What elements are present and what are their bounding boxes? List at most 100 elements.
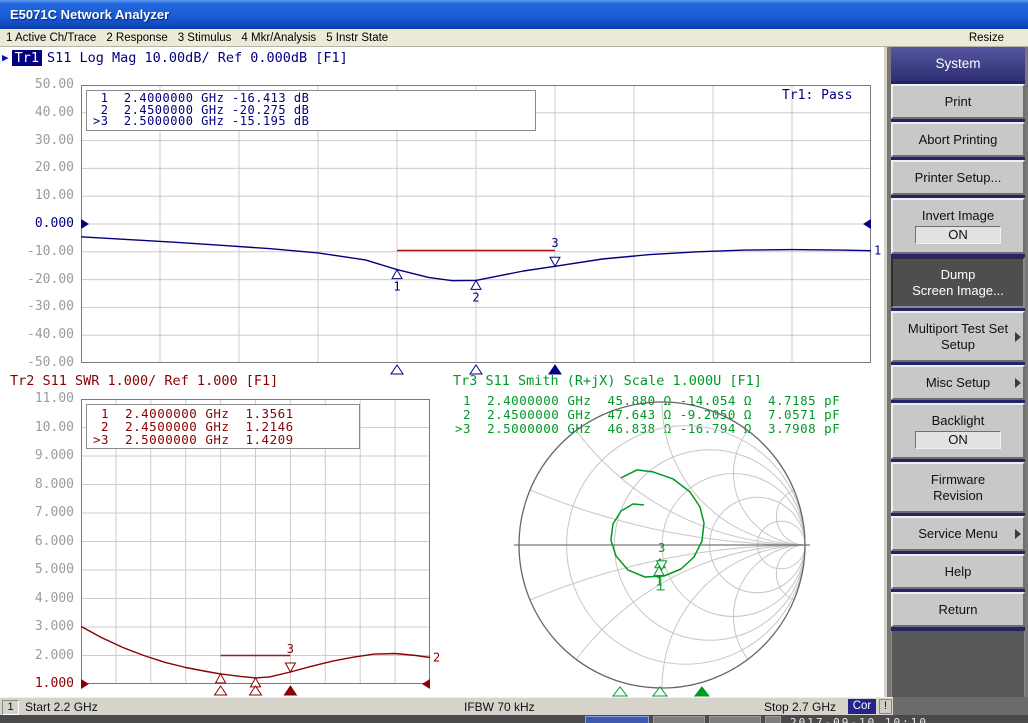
status-bar-filler — [893, 697, 1028, 715]
y-axis-label: 9.000 — [4, 449, 74, 463]
softkey-label: Dump — [903, 267, 1013, 282]
channel-number-indicator: 1 — [2, 700, 19, 715]
e5071c-screen: E5071C Network Analyzer 1 Active Ch/Trac… — [0, 0, 1028, 723]
softkey-backlight[interactable]: Backlight ON — [891, 403, 1025, 459]
softkey-panel: System Print Abort Printing Printer Setup.… — [884, 47, 1028, 715]
softkey-help[interactable]: Help — [891, 554, 1025, 589]
y-axis-label: 10.00 — [4, 189, 74, 203]
display-area: ▶Tr1 S11 Log Mag 10.00dB/ Ref 0.000dB [F1… — [0, 47, 884, 697]
tr3-smith-chart: 31 — [512, 399, 812, 699]
softkey-return[interactable]: Return — [891, 592, 1025, 627]
tr1-marker-3 — [550, 257, 560, 266]
tr3-marker-3-number: 3 — [658, 541, 665, 555]
softkey-service-menu[interactable]: Service Menu — [891, 516, 1025, 551]
y-axis-label: 2.000 — [4, 649, 74, 663]
tr1-header-text: S11 Log Mag 10.00dB/ Ref 0.000dB [F1] — [47, 50, 348, 66]
correction-status-badge: Cor — [848, 699, 876, 714]
menu-items: 1 Active Ch/Trace 2 Response 3 Stimulus 4 M… — [0, 29, 1028, 47]
softkey-stack: System Print Abort Printing Printer Setup.… — [891, 47, 1025, 631]
menu-item-1[interactable]: 1 Active Ch/Trace — [6, 29, 96, 47]
tr2-ref-arrow-right — [422, 679, 430, 689]
y-axis-label: 4.000 — [4, 592, 74, 606]
y-axis-label: 11.00 — [4, 392, 74, 406]
tr1-ref-arrow-left — [81, 219, 89, 229]
y-axis-label: 30.00 — [4, 134, 74, 148]
taskbar-button[interactable] — [709, 716, 761, 723]
warning-badge: ! — [879, 699, 892, 714]
y-axis-label: -40.00 — [4, 328, 74, 342]
y-axis-label: 7.000 — [4, 506, 74, 520]
tr3-stimulus-marker-1 — [613, 687, 627, 696]
softkey-label: Misc Setup — [903, 375, 1013, 390]
taskbar-button[interactable] — [765, 716, 781, 723]
tr1-trace-number-label: 1 — [874, 244, 881, 258]
svg-text:3: 3 — [287, 642, 294, 656]
softkey-printer-setup[interactable]: Printer Setup... — [891, 160, 1025, 195]
softkey-multiport-test-set-setup[interactable]: Multiport Test SetSetup — [891, 311, 1025, 362]
tr2-header[interactable]: Tr2 S11 SWR 1.000/ Ref 1.000 [F1] — [10, 373, 278, 389]
stop-frequency-field: Stop 2.7 GHz — [764, 700, 836, 714]
taskbar-clipped: 2017-09-10 10:10 — [0, 715, 1028, 723]
softkey-label: Setup — [903, 337, 1013, 352]
softkey-label: Backlight — [903, 413, 1013, 428]
menu-item-2[interactable]: 2 Response — [106, 29, 167, 47]
tr1-limit-test-status: Tr1: Pass — [782, 88, 852, 103]
active-trace-arrow-icon: ▶ — [2, 51, 9, 64]
tr2-marker-1 — [216, 674, 226, 683]
softkey-label: Firmware — [903, 472, 1013, 487]
taskbar-button[interactable] — [585, 716, 649, 723]
taskbar-clock: 2017-09-10 10:10 — [790, 716, 928, 723]
menu-item-3[interactable]: 3 Stimulus — [178, 29, 232, 47]
y-axis-label: 10.00 — [4, 421, 74, 435]
tr1-stimulus-marker-1 — [391, 365, 403, 374]
tr2-marker-readout: 1 2.4000000 GHz 1.3561 2 2.4500000 GHz 1… — [86, 404, 360, 449]
submenu-arrow-icon — [1015, 529, 1021, 539]
softkey-invert-image[interactable]: Invert ImageON — [891, 198, 1025, 254]
tr3-header[interactable]: Tr3 S11 Smith (R+jX) Scale 1.000U [F1] — [453, 373, 762, 389]
softkey-label: Multiport Test Set — [903, 321, 1013, 336]
softkey-label: Screen Image... — [903, 283, 1013, 298]
submenu-arrow-icon — [1015, 332, 1021, 342]
tr3-marker-1-number: 1 — [655, 574, 662, 588]
y-axis-label: 50.00 — [4, 78, 74, 92]
window-title: E5071C Network Analyzer — [10, 7, 169, 22]
y-axis-label: 20.00 — [4, 161, 74, 175]
y-axis-label: 1.000 — [4, 677, 74, 691]
menu-item-4[interactable]: 4 Mkr/Analysis — [241, 29, 316, 47]
menu-resize[interactable]: Resize — [969, 29, 1004, 47]
menu-bar: 1 Active Ch/Trace 2 Response 3 Stimulus 4 M… — [0, 29, 1028, 47]
window-titlebar[interactable]: E5071C Network Analyzer — [0, 0, 1028, 29]
tr1-header[interactable]: ▶Tr1 S11 Log Mag 10.00dB/ Ref 0.000dB [F1… — [2, 50, 348, 66]
softkey-print[interactable]: Print — [891, 84, 1025, 119]
tr1-marker-readout: 1 2.4000000 GHz -16.413 dB 2 2.4500000 G… — [86, 90, 536, 131]
softkey-abort-printing[interactable]: Abort Printing — [891, 122, 1025, 157]
y-axis-label: 3.000 — [4, 620, 74, 634]
svg-text:2: 2 — [472, 290, 479, 304]
softkey-toggle-value: ON — [915, 431, 1001, 449]
softkey-menu-title: System — [891, 47, 1025, 81]
softkey-misc-setup[interactable]: Misc Setup — [891, 365, 1025, 400]
status-bar: 1 Start 2.2 GHz IFBW 70 kHz Stop 2.7 GHz… — [0, 697, 893, 715]
marker-row: >3 2.5000000 GHz 1.4209 — [93, 433, 355, 446]
softkey-label: Invert Image — [903, 208, 1013, 223]
y-axis-label: -30.00 — [4, 300, 74, 314]
softkey-label: Return — [903, 602, 1013, 617]
softkey-dump-screen-image[interactable]: DumpScreen Image... — [891, 257, 1025, 308]
menu-item-5[interactable]: 5 Instr State — [326, 29, 388, 47]
softkey-firmware-revision[interactable]: FirmwareRevision — [891, 462, 1025, 513]
start-frequency-field: Start 2.2 GHz — [25, 700, 98, 714]
y-axis-label: 0.000 — [4, 217, 74, 231]
marker-row: >3 2.5000000 GHz -15.195 dB — [93, 116, 531, 128]
tr3-stimulus-marker-3 — [695, 687, 709, 696]
tr2-stimulus-marker-3 — [284, 686, 296, 695]
submenu-arrow-icon — [1015, 378, 1021, 388]
tr1-ref-arrow-right — [863, 219, 871, 229]
tr2-stimulus-marker-1 — [215, 686, 227, 695]
y-axis-label: -50.00 — [4, 356, 74, 370]
softkey-label: Abort Printing — [903, 132, 1013, 147]
tr1-chip: Tr1 — [12, 50, 42, 66]
taskbar-button[interactable] — [653, 716, 705, 723]
softkey-label: Print — [903, 94, 1013, 109]
y-axis-label: 6.000 — [4, 535, 74, 549]
tr2-trace-number-label: 2 — [433, 651, 440, 665]
